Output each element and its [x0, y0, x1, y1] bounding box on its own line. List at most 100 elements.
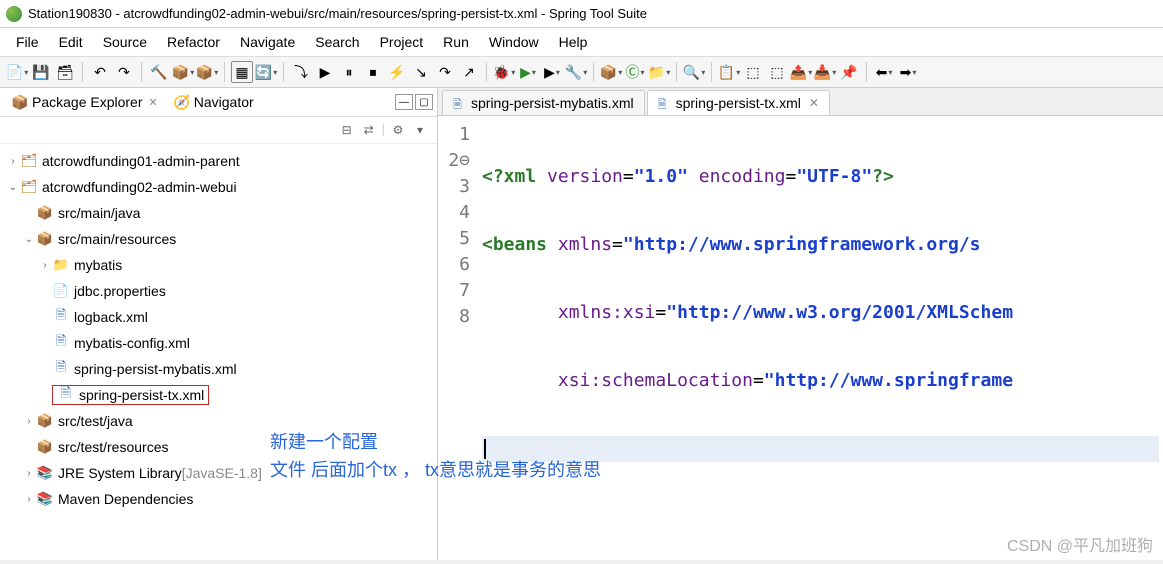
- project-node[interactable]: ⌄🗂atcrowdfunding02-admin-webui: [2, 174, 435, 200]
- source-folder[interactable]: ›📦src/test/java: [2, 408, 435, 434]
- menu-bar: File Edit Source Refactor Navigate Searc…: [0, 28, 1163, 57]
- step-over-button[interactable]: ↷: [434, 61, 456, 83]
- new-class-button[interactable]: Ⓒ: [624, 61, 646, 83]
- link-editor-button[interactable]: ⇄: [360, 121, 378, 139]
- run-button[interactable]: ▶: [517, 61, 539, 83]
- editor-tab[interactable]: 🗎 spring-persist-mybatis.xml: [442, 90, 645, 115]
- view-menu-button[interactable]: ▾: [411, 121, 429, 139]
- step-into-button[interactable]: ↘: [410, 61, 432, 83]
- step-return-button[interactable]: ↗: [458, 61, 480, 83]
- run-ext-button[interactable]: ▶: [541, 61, 563, 83]
- window-title: Station190830 - atcrowdfunding02-admin-w…: [28, 6, 647, 21]
- separator: [224, 62, 225, 82]
- undo-button[interactable]: ↶: [89, 61, 111, 83]
- title-bar: Station190830 - atcrowdfunding02-admin-w…: [0, 0, 1163, 28]
- project-icon: 🗂: [20, 153, 38, 169]
- tool-button[interactable]: 📥: [814, 61, 836, 83]
- source-folder[interactable]: 📦src/main/java: [2, 200, 435, 226]
- code-editor[interactable]: 12⊖34 5678 <?xml version="1.0" encoding=…: [438, 116, 1163, 560]
- separator: [593, 62, 594, 82]
- tool-button[interactable]: 📦: [196, 61, 218, 83]
- tool-button[interactable]: 📦: [172, 61, 194, 83]
- new-folder-button[interactable]: 📁: [648, 61, 670, 83]
- project-icon: 🗂: [20, 179, 38, 195]
- menu-window[interactable]: Window: [481, 32, 547, 52]
- tab-package-explorer[interactable]: 📦 Package Explorer ✕: [4, 90, 166, 114]
- separator: [283, 62, 284, 82]
- refresh-button[interactable]: 🔄: [255, 61, 277, 83]
- menu-run[interactable]: Run: [435, 32, 477, 52]
- menu-project[interactable]: Project: [372, 32, 432, 52]
- editor-tabs: 🗎 spring-persist-mybatis.xml 🗎 spring-pe…: [438, 88, 1163, 116]
- folder-node[interactable]: ›📁mybatis: [2, 252, 435, 278]
- task-button[interactable]: 📋: [718, 61, 740, 83]
- debug-disconnect-button[interactable]: ⚡: [386, 61, 408, 83]
- file-node[interactable]: 🗎spring-persist-mybatis.xml: [2, 356, 435, 382]
- debug-button[interactable]: 🐞: [493, 61, 515, 83]
- debug-resume-button[interactable]: ▶: [314, 61, 336, 83]
- collapse-all-button[interactable]: ⊟: [338, 121, 356, 139]
- redo-button[interactable]: ↷: [113, 61, 135, 83]
- run-last-button[interactable]: 🔧: [565, 61, 587, 83]
- separator: [82, 62, 83, 82]
- debug-skip-button[interactable]: ⤵: [290, 61, 312, 83]
- back-button[interactable]: ⬅: [873, 61, 895, 83]
- package-explorer-icon: 📦: [12, 94, 28, 110]
- menu-refactor[interactable]: Refactor: [159, 32, 228, 52]
- library-node[interactable]: ›📚Maven Dependencies: [2, 486, 435, 512]
- forward-button[interactable]: ➡: [897, 61, 919, 83]
- tool-button[interactable]: ▦: [231, 61, 253, 83]
- separator: [486, 62, 487, 82]
- file-node[interactable]: 🗎mybatis-config.xml: [2, 330, 435, 356]
- xml-icon: 🗎: [658, 96, 672, 110]
- explorer-toolbar: ⊟ ⇄ | ⚙ ▾: [0, 117, 437, 144]
- menu-source[interactable]: Source: [95, 32, 155, 52]
- code-content[interactable]: <?xml version="1.0" encoding="UTF-8"?> <…: [478, 116, 1163, 560]
- xml-icon: 🗎: [453, 96, 467, 110]
- navigator-icon: 🧭: [174, 94, 190, 110]
- debug-pause-button[interactable]: ⏸: [338, 61, 360, 83]
- menu-navigate[interactable]: Navigate: [232, 32, 303, 52]
- project-node[interactable]: ›🗂atcrowdfunding01-admin-parent: [2, 148, 435, 174]
- library-node[interactable]: ›📚JRE System Library [JavaSE-1.8]: [2, 460, 435, 486]
- tab-label: Package Explorer: [32, 94, 143, 110]
- menu-edit[interactable]: Edit: [51, 32, 91, 52]
- file-node[interactable]: 🗎logback.xml: [2, 304, 435, 330]
- separator: [141, 62, 142, 82]
- tab-label: Navigator: [194, 94, 254, 110]
- new-package-button[interactable]: 📦: [600, 61, 622, 83]
- menu-file[interactable]: File: [8, 32, 47, 52]
- separator: [866, 62, 867, 82]
- xml-icon: 🗎: [52, 309, 70, 325]
- app-logo-icon: [6, 6, 22, 22]
- tool-button[interactable]: ⬚: [742, 61, 764, 83]
- maximize-view-button[interactable]: ▢: [415, 94, 433, 110]
- new-button[interactable]: 📄: [6, 61, 28, 83]
- editor-tab-active[interactable]: 🗎 spring-persist-tx.xml ✕: [647, 90, 830, 115]
- source-folder[interactable]: ⌄📦src/main/resources: [2, 226, 435, 252]
- view-controls: — ▢: [395, 94, 433, 110]
- search-button[interactable]: 🔍: [683, 61, 705, 83]
- file-node-selected[interactable]: 🗎spring-persist-tx.xml: [2, 382, 435, 408]
- save-all-button[interactable]: 🗃: [54, 61, 76, 83]
- save-button[interactable]: 💾: [30, 61, 52, 83]
- package-explorer-tree: ›🗂atcrowdfunding01-admin-parent ⌄🗂atcrow…: [0, 144, 437, 560]
- tab-navigator[interactable]: 🧭 Navigator: [166, 90, 262, 114]
- source-folder[interactable]: 📦src/test/resources: [2, 434, 435, 460]
- tool-button[interactable]: 🔨: [148, 61, 170, 83]
- close-tab-icon[interactable]: ✕: [809, 96, 819, 110]
- line-gutter: 12⊖34 5678: [438, 116, 478, 560]
- pin-button[interactable]: 📌: [838, 61, 860, 83]
- main-area: 📦 Package Explorer ✕ 🧭 Navigator — ▢ ⊟ ⇄…: [0, 88, 1163, 560]
- menu-help[interactable]: Help: [551, 32, 596, 52]
- filter-button[interactable]: ⚙: [389, 121, 407, 139]
- close-icon[interactable]: ✕: [149, 96, 158, 109]
- file-node[interactable]: 📄jdbc.properties: [2, 278, 435, 304]
- tool-button[interactable]: 📤: [790, 61, 812, 83]
- minimize-view-button[interactable]: —: [395, 94, 413, 110]
- debug-stop-button[interactable]: ⏹: [362, 61, 384, 83]
- view-tabs: 📦 Package Explorer ✕ 🧭 Navigator — ▢: [0, 88, 437, 117]
- tool-button[interactable]: ⬚: [766, 61, 788, 83]
- tab-label: spring-persist-mybatis.xml: [471, 95, 634, 111]
- menu-search[interactable]: Search: [307, 32, 367, 52]
